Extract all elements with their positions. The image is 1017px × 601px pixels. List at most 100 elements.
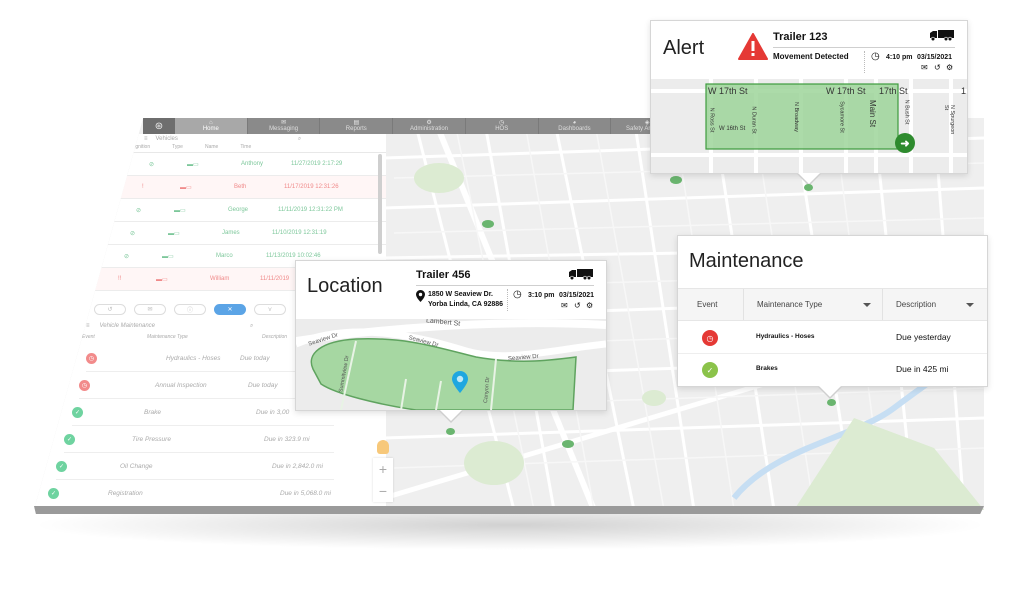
nav-home[interactable]: ⌂ Home bbox=[175, 118, 248, 134]
col-maintenance-type[interactable]: Maintenance Type bbox=[147, 334, 188, 340]
maintenance-type: Hydraulics - Hoses bbox=[756, 333, 815, 340]
map-pin-marker[interactable] bbox=[804, 184, 813, 191]
arrow-right-icon: ➜ bbox=[900, 137, 910, 150]
vehicle-time: 11/27/2019 2:17:29 bbox=[291, 161, 343, 167]
maintenance-desc: Due in 425 mi bbox=[896, 364, 949, 374]
street-label: Sycamore St bbox=[838, 101, 845, 133]
location-card-title: Location bbox=[307, 275, 383, 297]
maintenance-card-title: Maintenance bbox=[689, 250, 804, 272]
maintenance-type: Oil Change bbox=[120, 463, 153, 470]
history-icon[interactable]: ↺ bbox=[934, 64, 941, 72]
col-name[interactable]: Name bbox=[205, 144, 218, 152]
maintenance-desc: Due in 5,068.0 mi bbox=[280, 490, 331, 497]
navigate-arrow-button[interactable]: ➜ bbox=[895, 133, 915, 153]
email-icon[interactable]: ✉ bbox=[921, 64, 928, 72]
ok-check-icon: ✓ bbox=[72, 407, 83, 418]
location-map[interactable]: Lambert St Seaview Dr Seaview Dr Seaview… bbox=[296, 319, 606, 410]
search-icon[interactable]: ⌕ bbox=[298, 136, 301, 143]
divider bbox=[507, 289, 508, 311]
history-icon[interactable]: ↺ bbox=[574, 302, 581, 310]
wrench-icon: ✕ bbox=[227, 307, 233, 313]
street-label: N Broadway bbox=[792, 102, 799, 132]
ignition-off-icon: ⊘ bbox=[136, 207, 142, 214]
zoom-out-button[interactable]: − bbox=[379, 483, 387, 499]
maintenance-table-header: Event Maintenance Type Description bbox=[678, 288, 987, 321]
zoom-in-button[interactable]: + bbox=[379, 461, 387, 477]
maintenance-desc: Due today bbox=[240, 355, 270, 362]
filter-tool-button[interactable]: ⋎ bbox=[254, 304, 286, 315]
filter-icon: ⋎ bbox=[267, 307, 273, 313]
maintenance-tool-button[interactable]: ✕ bbox=[214, 304, 246, 315]
maintenance-desc: Due yesterday bbox=[896, 332, 951, 342]
ok-check-icon: ✓ bbox=[64, 434, 75, 445]
vehicle-name: George bbox=[228, 207, 249, 213]
vehicle-name: William bbox=[210, 276, 230, 282]
alert-map[interactable]: W 17th St W 17th St 17th St 1 W 16th St … bbox=[651, 79, 967, 173]
col-ignition[interactable]: Ignition bbox=[134, 144, 150, 152]
map-vehicle-marker[interactable] bbox=[562, 440, 574, 448]
street-label: 17th St bbox=[879, 86, 908, 96]
nav-hos[interactable]: ◷ HOS bbox=[466, 118, 539, 134]
nav-administration[interactable]: ⚙ Administration bbox=[393, 118, 466, 134]
col-maintenance-type[interactable]: Maintenance Type bbox=[757, 300, 822, 309]
maintenance-row[interactable]: ✓ Brakes Due in 425 mi bbox=[678, 354, 987, 386]
email-icon[interactable]: ✉ bbox=[561, 302, 568, 310]
vehicle-maintenance-row[interactable]: ✓ Oil Change Due in 2,842.0 mi bbox=[56, 454, 334, 480]
ignition-off-icon: ⊘ bbox=[130, 230, 136, 237]
vehicle-row[interactable]: ⊘ ▬▭ George 11/11/2019 12:31:22 PM bbox=[34, 199, 386, 222]
search-icon[interactable]: ⌕ bbox=[250, 323, 253, 330]
vehicle-maintenance-row[interactable]: ✓ Registration Due in 5,068.0 mi bbox=[48, 481, 334, 507]
location-pin-icon[interactable] bbox=[452, 371, 468, 393]
vehicle-maintenance-row[interactable]: ✓ Tire Pressure Due in 323.9 mi bbox=[64, 427, 334, 453]
maintenance-row[interactable]: ◷ Hydraulics - Hoses Due yesterday bbox=[678, 322, 987, 354]
nav-reports[interactable]: ▤ Reports bbox=[320, 118, 394, 134]
menu-icon[interactable]: ≡ bbox=[144, 136, 148, 142]
map-vehicle-marker[interactable] bbox=[670, 176, 682, 184]
street-label: N Bush St bbox=[903, 99, 910, 125]
nav-dashboards[interactable]: ◕ Dashboards bbox=[539, 118, 612, 134]
vehicle-time: 11/11/2019 bbox=[260, 276, 290, 282]
map-vehicle-marker[interactable] bbox=[482, 220, 494, 228]
info-tool-button[interactable]: ⓘ bbox=[174, 304, 206, 315]
vehicle-row[interactable]: ⊘ ▬▭ James 11/10/2019 12:31:19 bbox=[34, 222, 386, 245]
vehicle-row[interactable]: ! ▬▭ Beth 11/17/2019 12:31:26 bbox=[34, 176, 386, 199]
vehicle-maintenance-title: Vehicle Maintenance bbox=[99, 323, 155, 329]
nav-messaging[interactable]: ✉ Messaging bbox=[248, 118, 321, 134]
ok-check-icon: ✓ bbox=[56, 461, 67, 472]
map-pin-marker[interactable] bbox=[446, 428, 455, 435]
street-label: W 17th St bbox=[708, 86, 748, 96]
street-view-pegman[interactable] bbox=[377, 440, 389, 454]
logo-steering-wheel-icon[interactable]: ⊛ bbox=[143, 118, 175, 134]
col-description[interactable]: Description bbox=[896, 300, 936, 309]
col-event[interactable]: Event bbox=[82, 334, 95, 340]
vehicles-columns: Ignition Type Name Time bbox=[34, 144, 386, 153]
vehicles-title: Vehicles bbox=[155, 136, 178, 142]
menu-icon[interactable]: ≡ bbox=[86, 323, 90, 329]
vehicle-row[interactable]: ⊘ ▬▭ Anthony 11/27/2019 2:17:29 bbox=[34, 153, 386, 176]
settings-gear-icon[interactable]: ⚙ bbox=[586, 302, 593, 310]
sort-caret-icon[interactable] bbox=[863, 303, 871, 307]
settings-gear-icon[interactable]: ⚙ bbox=[946, 64, 953, 72]
col-time[interactable]: Time bbox=[240, 144, 251, 152]
clock-icon: ◷ bbox=[513, 289, 522, 300]
tractor-trailer-icon: ▬▭ bbox=[174, 207, 186, 214]
street-label: Main St bbox=[868, 99, 878, 128]
maintenance-type: Hydraulics - Hoses bbox=[166, 355, 221, 362]
street-label: N Ross St bbox=[708, 107, 715, 133]
sort-caret-icon[interactable] bbox=[966, 303, 974, 307]
map-pin-marker[interactable] bbox=[827, 399, 836, 406]
maintenance-type: Annual Inspection bbox=[155, 382, 207, 389]
col-type[interactable]: Type bbox=[172, 144, 183, 152]
history-icon: ↺ bbox=[107, 307, 113, 313]
message-tool-button[interactable]: ✉ bbox=[134, 304, 166, 315]
street-label: N Duran St bbox=[750, 106, 757, 134]
street-label: 1 bbox=[961, 86, 967, 96]
col-event[interactable]: Event bbox=[697, 300, 717, 309]
column-divider bbox=[882, 289, 883, 320]
street-label: W 17th St bbox=[826, 86, 866, 96]
marketing-composite: ⊛ ⌂ Home ✉ Messaging ▤ Reports ⚙ Administrat… bbox=[0, 0, 1017, 601]
history-tool-button[interactable]: ↺ bbox=[94, 304, 126, 315]
vehicles-scrollbar[interactable] bbox=[378, 154, 382, 254]
pickup-truck-icon: ▬▭ bbox=[168, 230, 180, 237]
col-description[interactable]: Description bbox=[262, 334, 287, 340]
